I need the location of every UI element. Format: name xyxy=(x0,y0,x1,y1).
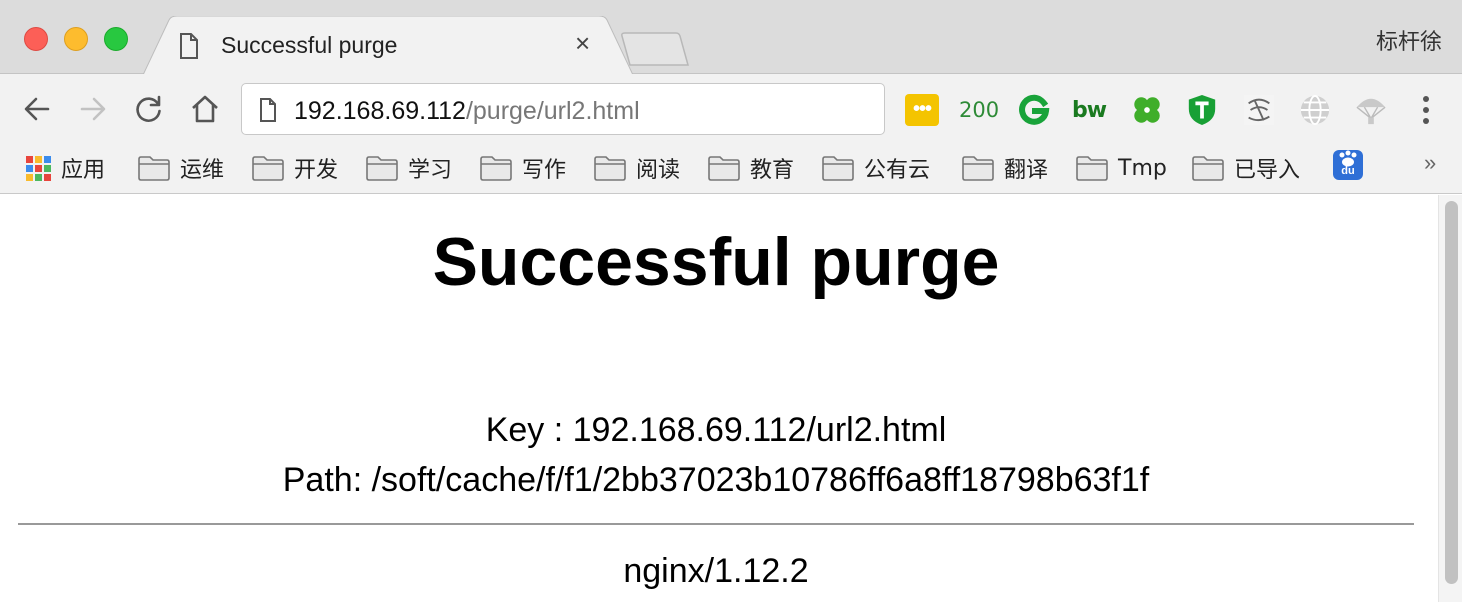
swirl-icon[interactable] xyxy=(1242,94,1276,126)
globe-icon[interactable] xyxy=(1298,94,1332,126)
menu-kebab-icon[interactable] xyxy=(1420,96,1432,126)
url-host: 192.168.69.112 xyxy=(294,97,466,125)
bookmark-label: 公有云 xyxy=(864,158,931,183)
reload-icon[interactable] xyxy=(134,94,164,124)
bookmark-label: 阅读 xyxy=(636,158,681,183)
folder-icon xyxy=(252,156,284,181)
bookmark-label: 开发 xyxy=(294,158,339,183)
folder-icon xyxy=(822,156,854,181)
bookmarks-bar: 应用 运维 开发 学习 写作 阅读 教育 公有云 翻译 Tmp 已导入 xyxy=(0,144,1462,194)
bookmark-folder[interactable]: 翻译 xyxy=(962,150,1048,186)
minimize-window-button[interactable] xyxy=(64,27,88,51)
maximize-window-button[interactable] xyxy=(104,27,128,51)
bookmark-label: 写作 xyxy=(522,158,567,183)
bookmark-label: 翻译 xyxy=(1004,158,1049,183)
g-icon[interactable] xyxy=(1018,94,1050,126)
page-info-icon[interactable] xyxy=(259,98,277,122)
bookmark-label: 学习 xyxy=(408,158,453,183)
close-tab-icon[interactable]: × xyxy=(575,30,590,56)
page-icon xyxy=(180,33,198,59)
folder-icon xyxy=(962,156,994,181)
status-200-badge[interactable]: 200 xyxy=(959,98,999,130)
page-content: Successful purge Key : 192.168.69.112/ur… xyxy=(0,195,1438,602)
bookmark-label: Tmp xyxy=(1118,155,1167,181)
purge-key: Key : 192.168.69.112/url2.html xyxy=(485,411,947,449)
folder-icon xyxy=(594,156,626,181)
divider xyxy=(18,523,1414,525)
scrollbar-thumb[interactable] xyxy=(1445,201,1458,584)
folder-icon xyxy=(708,156,740,181)
baidu-label: du xyxy=(1341,165,1355,177)
profile-name[interactable]: 标杆徐 xyxy=(1376,24,1442,56)
url-text[interactable]: 192.168.69.112/purge/url2.html xyxy=(294,97,640,126)
url-path: /purge/url2.html xyxy=(465,97,640,125)
shield-icon[interactable] xyxy=(1186,94,1218,126)
lastpass-icon[interactable]: ••• xyxy=(905,94,939,126)
lastpass-dots: ••• xyxy=(912,98,932,120)
folder-icon xyxy=(366,156,398,181)
cache-path: Path: /soft/cache/f/f1/2bb37023b10786ff6… xyxy=(282,461,1150,499)
parachute-icon[interactable] xyxy=(1354,94,1388,126)
bookmark-folder[interactable]: 教育 xyxy=(708,150,794,186)
folder-icon xyxy=(138,156,170,181)
forward-arrow-icon[interactable] xyxy=(78,94,108,124)
folder-icon xyxy=(1192,156,1224,181)
clover-icon[interactable] xyxy=(1130,94,1164,126)
home-icon[interactable] xyxy=(190,94,220,124)
back-arrow-icon[interactable] xyxy=(22,94,52,124)
bw-icon[interactable]: bw xyxy=(1072,98,1107,130)
bookmarks-overflow-icon[interactable]: » xyxy=(1424,150,1436,176)
close-window-button[interactable] xyxy=(24,27,48,51)
folder-icon xyxy=(1076,156,1108,181)
vertical-scrollbar[interactable] xyxy=(1438,195,1462,602)
bookmark-folder[interactable]: 学习 xyxy=(366,150,452,186)
bookmark-folder[interactable]: 阅读 xyxy=(594,150,680,186)
bookmark-folder[interactable]: 已导入 xyxy=(1192,150,1300,186)
address-bar[interactable]: 192.168.69.112/purge/url2.html xyxy=(241,83,885,135)
active-tab[interactable]: Successful purge × xyxy=(143,16,633,75)
bookmark-label: 运维 xyxy=(180,158,225,183)
bookmark-folder[interactable]: 写作 xyxy=(480,150,566,186)
bookmark-label: 教育 xyxy=(750,158,795,183)
tab-strip: Successful purge × 标杆徐 xyxy=(0,0,1462,75)
server-signature: nginx/1.12.2 xyxy=(623,552,809,590)
baidu-bookmark-icon[interactable]: du xyxy=(1333,150,1363,180)
apps-grid-icon xyxy=(26,155,51,181)
bookmark-label: 已导入 xyxy=(1234,158,1301,183)
new-tab-button[interactable] xyxy=(620,32,690,66)
folder-icon xyxy=(480,156,512,181)
bookmark-folder[interactable]: 开发 xyxy=(252,150,338,186)
tab-title: Successful purge xyxy=(221,32,398,58)
bookmark-folder[interactable]: Tmp xyxy=(1076,150,1167,186)
page-heading: Successful purge xyxy=(432,224,1000,300)
bookmark-folder[interactable]: 运维 xyxy=(138,150,224,186)
bookmark-apps[interactable]: 应用 xyxy=(26,150,105,186)
toolbar: 192.168.69.112/purge/url2.html ••• 200 b… xyxy=(0,74,1462,144)
bookmark-folder[interactable]: 公有云 xyxy=(822,150,930,186)
bookmark-label: 应用 xyxy=(61,158,106,183)
